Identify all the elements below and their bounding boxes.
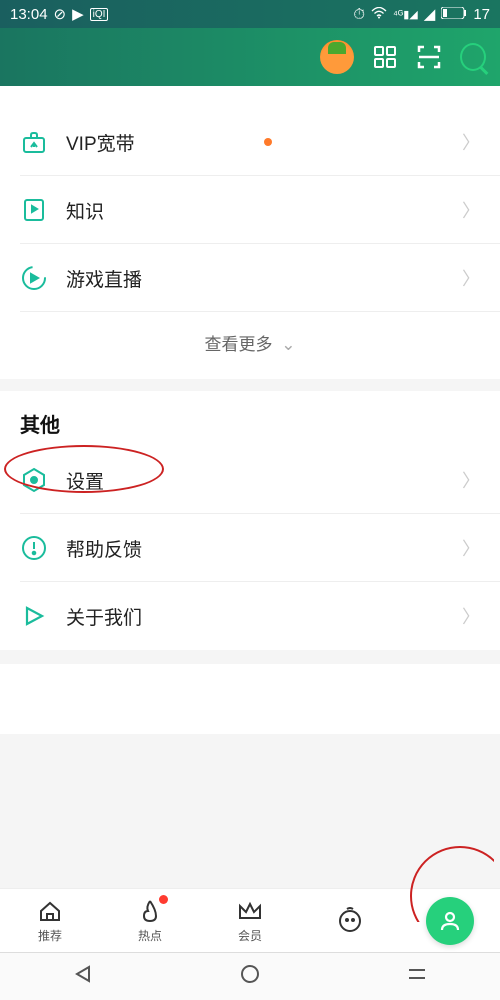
spacer [0, 664, 500, 734]
knowledge-icon [20, 196, 48, 224]
item-vip-broadband[interactable]: VIP宽带 〉 [0, 108, 500, 176]
nav-profile[interactable] [420, 897, 480, 945]
nav-label: 推荐 [38, 927, 62, 944]
chevron-down-icon: ⌄ [281, 335, 295, 354]
section-other: 其他 设置 〉 帮助反馈 〉 关于我们 〉 [0, 391, 500, 650]
status-icon-signal2: ◢ [424, 5, 436, 23]
chevron-right-icon: 〉 [462, 603, 480, 629]
item-label: 游戏直播 [66, 265, 462, 292]
nav-label: 热点 [138, 927, 162, 944]
status-icon-clock: ⏱ [353, 6, 365, 23]
nav-recommend[interactable]: 推荐 [20, 897, 80, 944]
status-icon-play: ▶ [72, 5, 84, 23]
item-label: VIP宽带 [66, 129, 256, 156]
nav-back[interactable] [72, 963, 94, 990]
view-more[interactable]: 查看更多 ⌄ [0, 312, 500, 379]
item-game-live[interactable]: 游戏直播 〉 [0, 244, 500, 312]
nav-label: 会员 [238, 927, 262, 944]
status-icon-wifi [371, 6, 387, 23]
chevron-right-icon: 〉 [462, 535, 480, 561]
chevron-right-icon: 〉 [462, 467, 480, 493]
section-title: 其他 [0, 391, 500, 446]
profile-fab[interactable] [426, 897, 474, 945]
nav-recent[interactable] [406, 963, 428, 990]
badge-dot [159, 895, 168, 904]
status-icon-signal: ⁴ᴳ▮◢ [393, 8, 418, 21]
search-icon[interactable] [460, 44, 486, 70]
about-icon [20, 602, 48, 630]
gamelive-icon [20, 264, 48, 292]
item-settings[interactable]: 设置 〉 [0, 446, 500, 514]
grid-icon[interactable] [372, 44, 398, 70]
system-nav [0, 952, 500, 1000]
broadband-icon [20, 128, 48, 156]
nav-hot[interactable]: 热点 [120, 897, 180, 944]
bottom-nav: 推荐 热点 会员 [0, 888, 500, 952]
nav-home[interactable] [239, 963, 261, 990]
chevron-right-icon: 〉 [462, 129, 480, 155]
nav-vip[interactable]: 会员 [220, 897, 280, 944]
face-icon [336, 906, 364, 934]
help-icon [20, 534, 48, 562]
fire-icon [136, 897, 164, 925]
crown-icon [236, 897, 264, 925]
status-time: 13:04 [10, 6, 48, 23]
nav-face[interactable] [320, 906, 380, 936]
item-label: 关于我们 [66, 603, 462, 630]
status-icon-battery [441, 6, 467, 23]
chevron-right-icon: 〉 [462, 197, 480, 223]
item-knowledge[interactable]: 知识 〉 [0, 176, 500, 244]
item-help[interactable]: 帮助反馈 〉 [0, 514, 500, 582]
badge-dot [264, 138, 272, 146]
status-battery-pct: 17 [473, 6, 490, 23]
item-label: 设置 [66, 467, 462, 494]
status-icon-iqiyi: iQI [90, 8, 109, 21]
status-icon-alarm: ⊘ [54, 5, 67, 23]
chevron-right-icon: 〉 [462, 265, 480, 291]
settings-icon [20, 466, 48, 494]
item-label: 帮助反馈 [66, 535, 462, 562]
avatar[interactable] [320, 40, 354, 74]
item-about[interactable]: 关于我们 〉 [0, 582, 500, 650]
status-bar: 13:04 ⊘ ▶ iQI ⏱ ⁴ᴳ▮◢ ◢ 17 [0, 0, 500, 28]
app-header [0, 28, 500, 86]
scan-icon[interactable] [416, 44, 442, 70]
item-label: 知识 [66, 197, 462, 224]
home-icon [36, 897, 64, 925]
section-services: VIP宽带 〉 知识 〉 游戏直播 〉 查看更多 ⌄ [0, 86, 500, 379]
view-more-label: 查看更多 [205, 335, 273, 354]
